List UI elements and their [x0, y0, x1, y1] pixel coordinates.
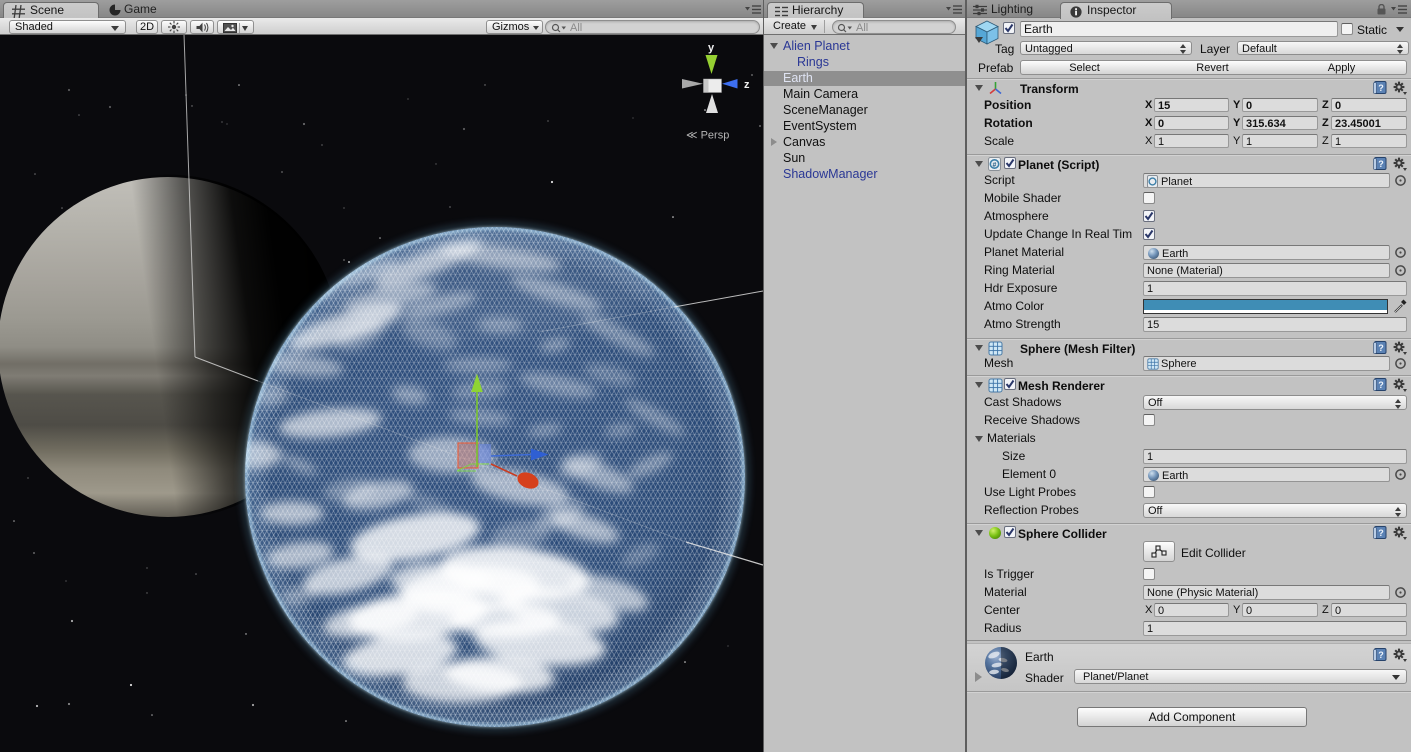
- svg-text:?: ?: [1378, 528, 1384, 538]
- svg-text:?: ?: [1378, 83, 1384, 93]
- svg-text:#: #: [993, 162, 997, 169]
- svg-text:z: z: [744, 79, 750, 91]
- svg-text:?: ?: [1378, 343, 1384, 353]
- svg-text:?: ?: [1378, 159, 1384, 169]
- svg-text:?: ?: [1378, 380, 1384, 390]
- svg-text:?: ?: [1378, 650, 1384, 660]
- svg-text:y: y: [708, 42, 715, 54]
- svg-text:≪ Persp: ≪ Persp: [686, 130, 729, 142]
